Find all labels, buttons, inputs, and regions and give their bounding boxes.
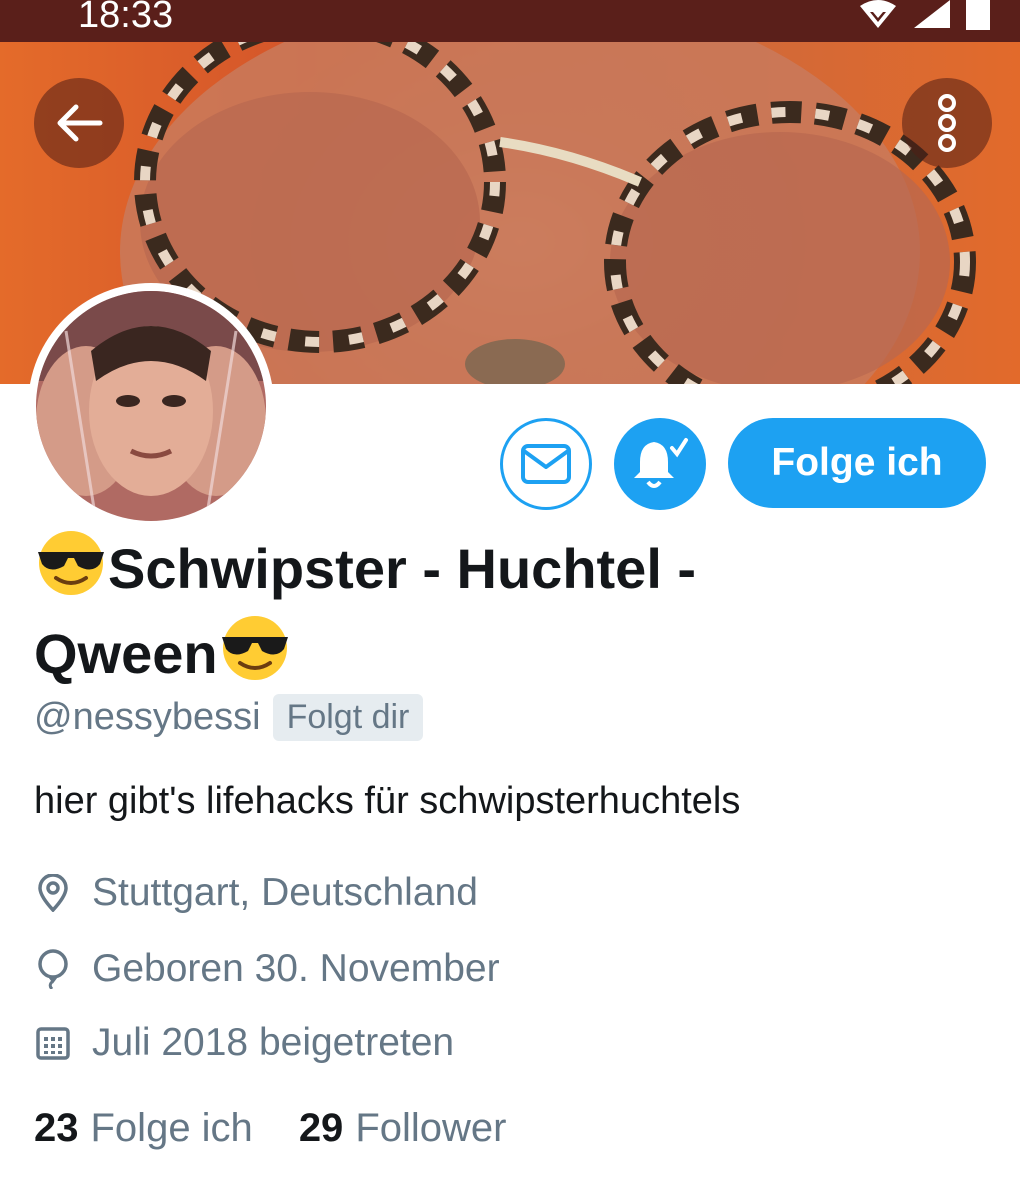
joined-text: Juli 2018 beigetreten <box>92 1021 455 1064</box>
location-text: Stuttgart, Deutschland <box>92 871 478 914</box>
battery-icon <box>966 0 990 30</box>
avatar-image <box>36 291 266 521</box>
follow-stats: 23 Folge ich 29 Follower <box>34 1106 506 1151</box>
more-options-button[interactable] <box>902 78 992 168</box>
display-name-first: Schwipster - Huchtel - <box>108 537 697 600</box>
signal-icon <box>914 0 950 28</box>
followers-stat[interactable]: 29 Follower <box>299 1106 507 1151</box>
notifications-button[interactable] <box>614 418 706 510</box>
profile-bio: hier gibt's lifehacks für schwipsterhuch… <box>34 780 741 822</box>
message-button[interactable] <box>500 418 592 510</box>
wifi-icon <box>860 0 896 28</box>
envelope-icon <box>521 444 571 484</box>
more-vertical-icon <box>938 94 956 152</box>
status-icons <box>858 0 990 30</box>
user-handle: @nessybessi <box>34 695 261 738</box>
status-bar: 18:33 <box>0 0 1020 42</box>
following-label: Folge ich <box>90 1106 253 1150</box>
following-count: 23 <box>34 1106 79 1150</box>
profile-avatar[interactable] <box>28 283 274 529</box>
location-row: Stuttgart, Deutschland <box>34 866 478 920</box>
joined-row: Juli 2018 beigetreten <box>34 1016 454 1070</box>
balloon-icon <box>34 949 72 989</box>
back-button[interactable] <box>34 78 124 168</box>
handle-row: @nessybessi Folgt dir <box>34 692 424 742</box>
birthday-row: Geboren 30. November <box>34 942 500 996</box>
status-time: 18:33 <box>78 0 174 36</box>
arrow-left-icon <box>57 104 103 142</box>
display-name-second: Qween <box>34 622 218 685</box>
follows-you-badge: Folgt dir <box>272 693 424 741</box>
following-stat[interactable]: 23 Folge ich <box>34 1106 253 1151</box>
calendar-icon <box>34 1024 72 1062</box>
followers-label: Follower <box>355 1106 507 1150</box>
sunglasses-emoji-icon <box>34 530 108 615</box>
birthday-text: Geboren 30. November <box>92 947 500 990</box>
bell-check-icon <box>634 438 688 488</box>
sunglasses-emoji-icon <box>218 615 292 700</box>
display-name: Schwipster - Huchtel - Qween <box>34 530 794 700</box>
map-pin-icon <box>34 874 72 912</box>
following-button[interactable]: Folge ich <box>728 418 986 508</box>
followers-count: 29 <box>298 1106 344 1150</box>
